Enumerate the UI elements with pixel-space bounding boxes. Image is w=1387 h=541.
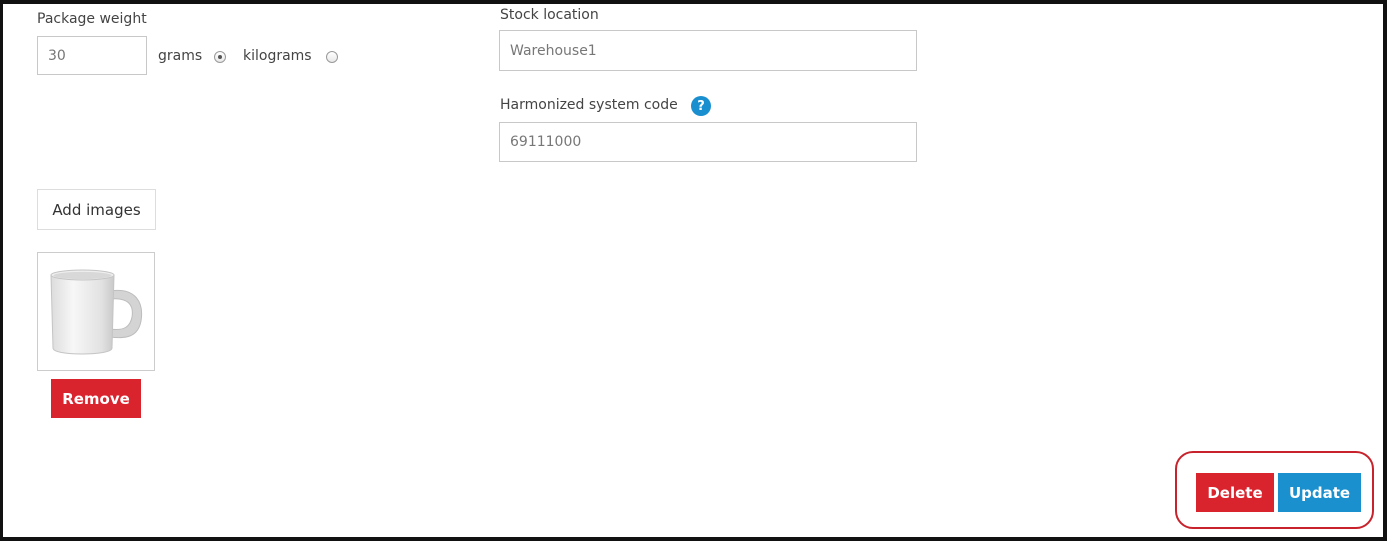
product-image-thumbnail[interactable]	[37, 252, 155, 371]
update-button[interactable]: Update	[1278, 473, 1361, 512]
package-weight-input[interactable]: 30	[37, 36, 147, 75]
help-question-icon[interactable]: ?	[691, 96, 711, 116]
kilograms-label: kilograms	[243, 48, 312, 64]
harmonized-code-label: Harmonized system code	[500, 97, 678, 113]
mug-image	[50, 269, 143, 355]
grams-radio[interactable]	[214, 51, 226, 63]
stock-location-label: Stock location	[500, 7, 599, 23]
grams-label: grams	[158, 48, 203, 64]
kilograms-radio[interactable]	[326, 51, 338, 63]
package-weight-label: Package weight	[37, 11, 147, 27]
stock-location-input[interactable]: Warehouse1	[499, 30, 917, 71]
add-images-button[interactable]: Add images	[37, 189, 156, 230]
harmonized-code-input[interactable]: 69111000	[499, 122, 917, 162]
remove-image-button[interactable]: Remove	[51, 379, 141, 418]
delete-button[interactable]: Delete	[1196, 473, 1274, 512]
